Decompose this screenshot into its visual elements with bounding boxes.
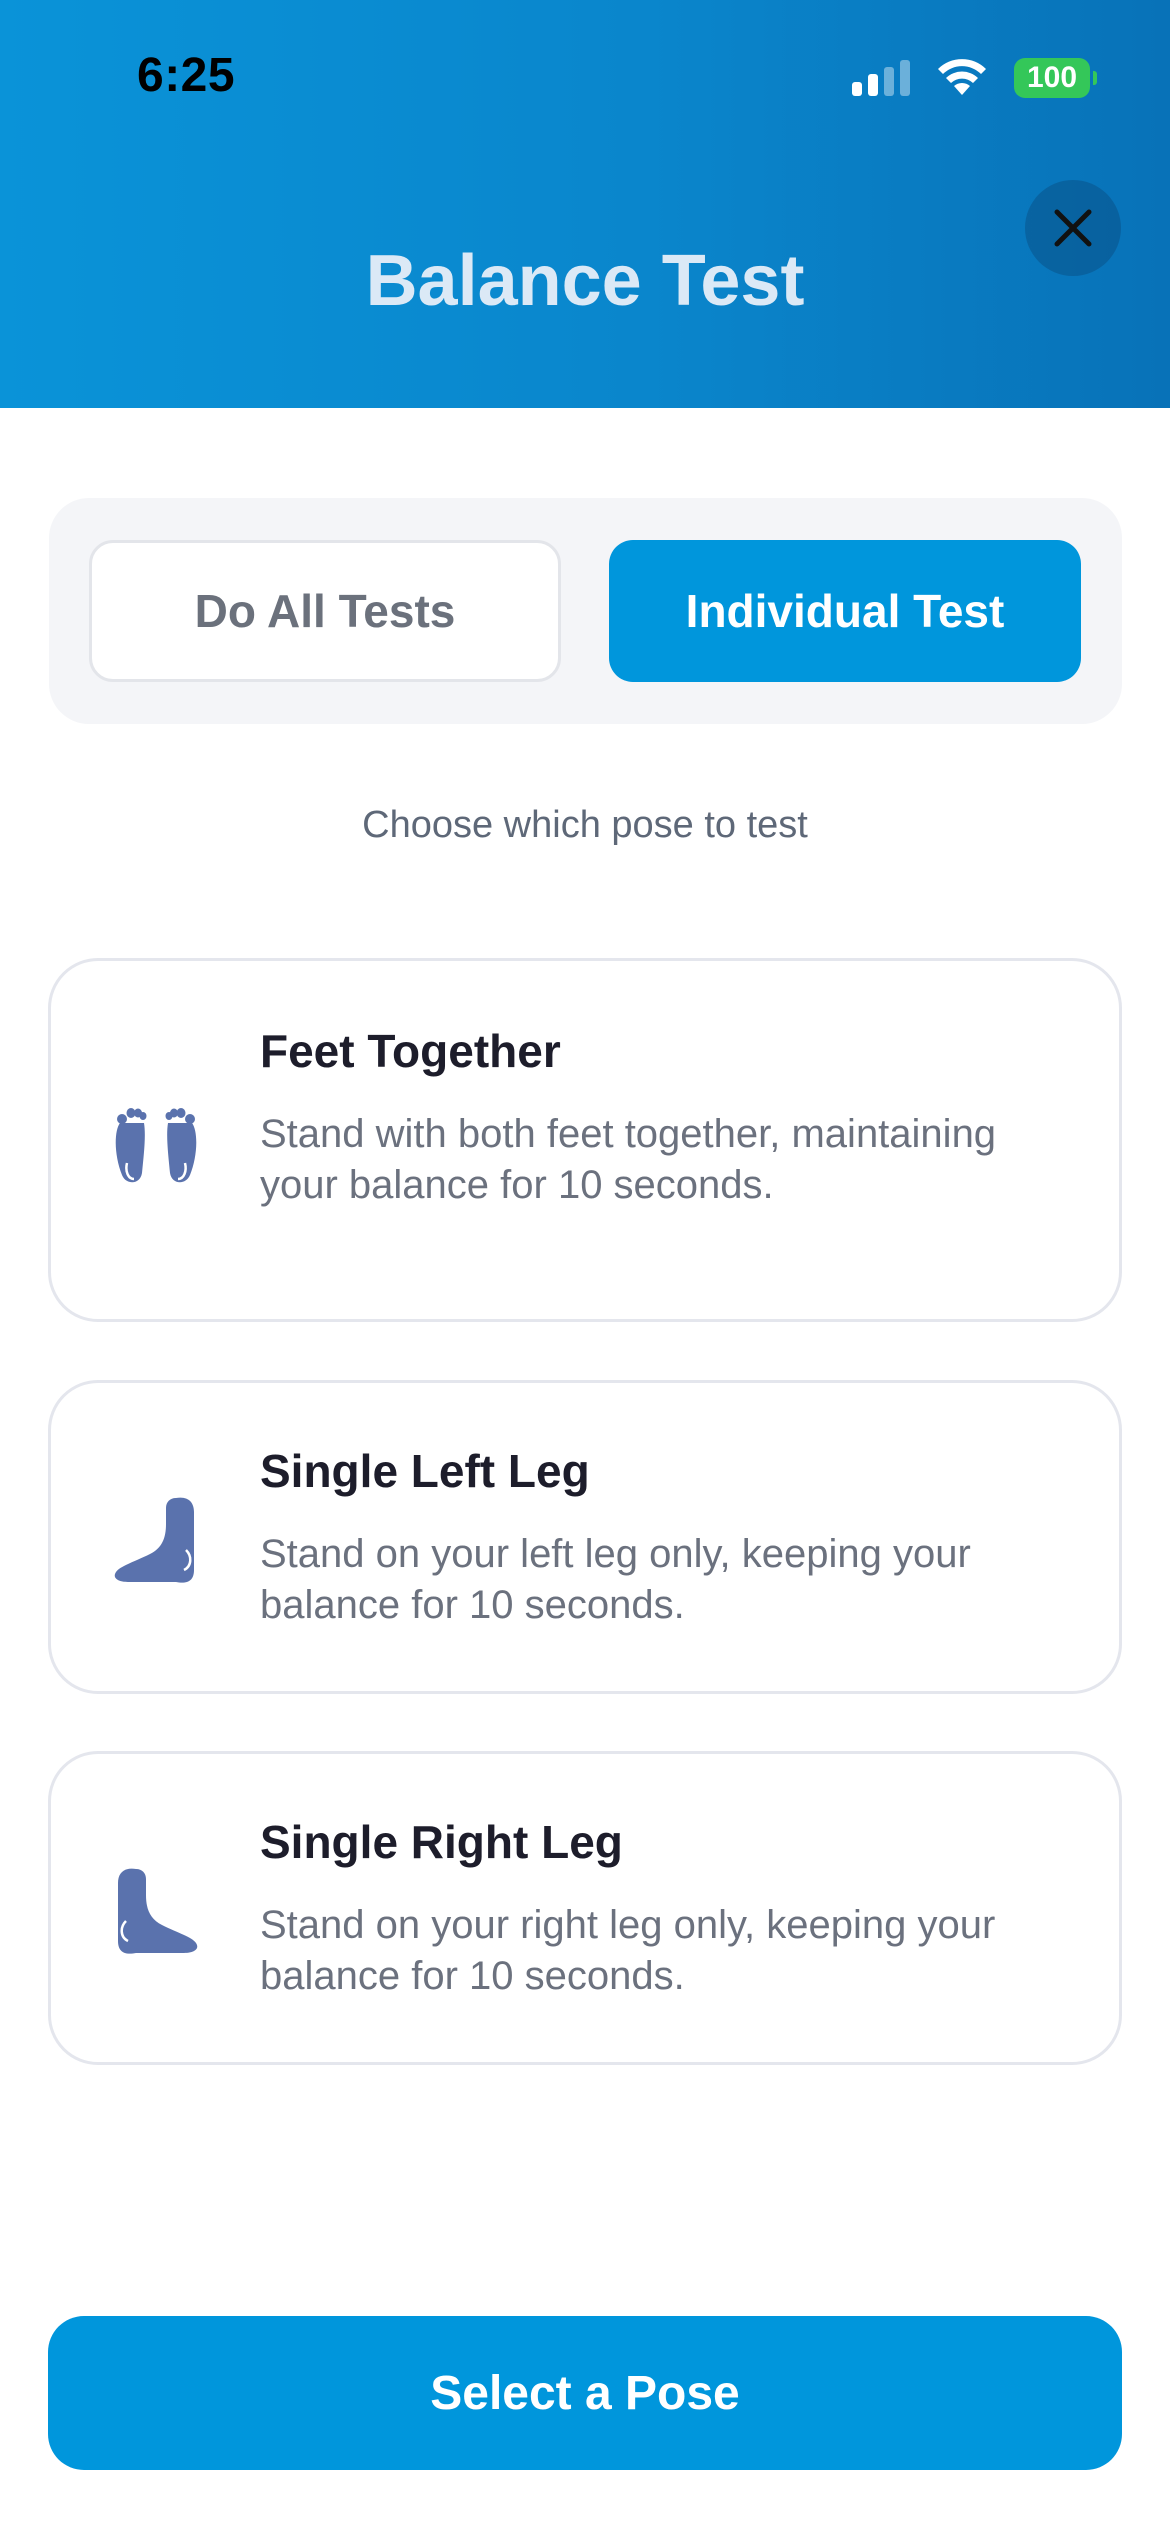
feet-together-icon <box>115 1108 197 1183</box>
right-foot-icon <box>118 1868 198 1954</box>
wifi-icon <box>938 59 986 95</box>
pose-title: Single Left Leg <box>260 1445 590 1497</box>
left-foot-icon <box>114 1497 194 1583</box>
pose-title: Feet Together <box>260 1025 561 1077</box>
battery-icon: 100 <box>1014 58 1097 98</box>
pose-description: Stand on your left leg only, keeping you… <box>260 1532 971 1627</box>
pose-card-single-left-leg[interactable]: Single Left Leg Stand on your left leg o… <box>48 1380 1122 1694</box>
pose-description: Stand on your right leg only, keeping yo… <box>260 1903 996 1998</box>
signal-icon <box>852 60 910 96</box>
battery-level: 100 <box>1026 61 1078 94</box>
do-all-tests-button[interactable]: Do All Tests <box>89 540 561 682</box>
header: 6:25 100 Balance Test <box>0 0 1170 408</box>
select-pose-button[interactable]: Select a Pose <box>48 2316 1122 2470</box>
pose-description: Stand with both feet together, maintaini… <box>260 1112 997 1207</box>
pose-title: Single Right Leg <box>260 1816 623 1868</box>
page-title: Balance Test <box>365 241 805 321</box>
pose-card-feet-together[interactable]: Feet Together Stand with both feet toget… <box>48 958 1122 1322</box>
status-time: 6:25 <box>137 49 236 102</box>
status-icons: 100 <box>852 56 1097 100</box>
test-mode-toggle: Do All Tests Individual Test <box>49 498 1122 724</box>
individual-test-button[interactable]: Individual Test <box>609 540 1081 682</box>
subtitle: Choose which pose to test <box>362 804 808 846</box>
pose-card-single-right-leg[interactable]: Single Right Leg Stand on your right leg… <box>48 1751 1122 2065</box>
